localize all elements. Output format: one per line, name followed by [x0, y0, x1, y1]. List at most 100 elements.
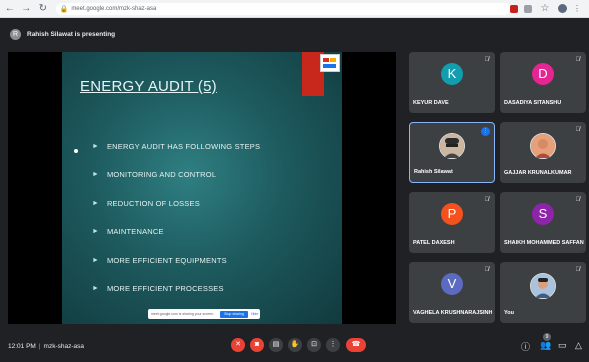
camera-toggle-button[interactable]: ◙ [250, 338, 264, 352]
profile-avatar[interactable] [558, 4, 567, 13]
participant-tile[interactable]: 🎙̸ GAJJAR KRUNALKUMAR [500, 122, 586, 183]
participant-name: SHAIKH MOHAMMED SAFFAN ... [504, 240, 584, 246]
participant-avatar: V [441, 273, 463, 295]
leave-call-button[interactable]: ☎ [346, 338, 366, 352]
bullet-arrow-icon: ► [92, 171, 99, 179]
slide-bullet: ► MORE EFFICIENT EQUIPMENTS [92, 246, 260, 275]
meeting-time: 12:01 PM [8, 343, 36, 350]
star-icon[interactable]: ☆ [538, 2, 552, 16]
browser-toolbar: ← → ↻ 🔒 meet.google.com/mzk-shaz-asa ☆ ⋮ [0, 0, 589, 18]
slide-bullet: ► REDUCTION OF LOSSES [92, 189, 260, 218]
meeting-info: 12:01 PM | mzk-shaz-asa [8, 343, 84, 350]
bullet-text: MORE EFFICIENT EQUIPMENTS [106, 255, 227, 265]
share-banner-text: meet.google.com is sharing your screen. [151, 312, 215, 316]
extension-icon[interactable] [510, 4, 518, 13]
extension-icon[interactable] [524, 4, 532, 13]
person-photo-icon [440, 134, 464, 158]
participant-tile[interactable]: 🎙̸ K KEYUR DAVE [409, 52, 495, 113]
participant-avatar: K [441, 63, 463, 85]
mic-off-icon: 🎙̸ [484, 197, 490, 203]
mic-off-icon: ✕ [235, 341, 241, 348]
bullet-arrow-icon: ► [92, 228, 99, 236]
bullet-text: ENERGY AUDIT HAS FOLLOWING STEPS [106, 141, 261, 151]
bullet-text: MONITORING AND CONTROL [106, 170, 217, 180]
chat-icon: ▭ [558, 340, 567, 350]
mic-off-icon: 🎙̸ [575, 267, 581, 273]
shared-screen: ENERGY AUDIT (5) ► ENERGY AUDIT HAS FOLLO… [8, 52, 396, 324]
captions-icon: ▤ [272, 341, 280, 348]
present-button[interactable]: ⊡ [307, 338, 321, 352]
participant-name: You [504, 310, 514, 316]
participant-photo [439, 133, 465, 159]
person-photo-icon [531, 274, 555, 298]
slide-bullet: ► MAINTENANCE [92, 218, 260, 247]
mic-off-icon: 🎙̸ [484, 267, 490, 273]
mic-off-icon: 🎙̸ [575, 127, 581, 133]
reload-icon[interactable]: ↻ [36, 2, 50, 16]
bullet-arrow-icon: ► [92, 199, 99, 207]
participant-avatar: S [532, 203, 554, 225]
phone-hangup-icon: ☎ [351, 341, 361, 348]
slide-bullet: ► ENERGY AUDIT HAS FOLLOWING STEPS [92, 132, 260, 161]
participant-name: VAGHELA KRUSHNARAJSINH [413, 310, 493, 316]
more-vert-icon: ⋮ [329, 341, 337, 348]
forward-arrow-icon[interactable]: → [20, 2, 34, 16]
speaking-indicator-icon: ⋮ [481, 127, 490, 136]
participant-tile[interactable]: 🎙̸ P PATEL DAXESH [409, 192, 495, 253]
hand-icon: ✋ [290, 341, 300, 348]
url-text: meet.google.com/mzk-shaz-asa [71, 5, 157, 12]
presenting-bar: R Rahish Silawat is presenting [0, 26, 589, 42]
address-bar[interactable]: 🔒 meet.google.com/mzk-shaz-asa [55, 2, 510, 15]
slide-bullets: ► ENERGY AUDIT HAS FOLLOWING STEPS ► MONIT… [92, 132, 260, 303]
bullet-text: REDUCTION OF LOSSES [106, 198, 200, 208]
separator: | [38, 343, 41, 350]
participant-avatar: D [532, 63, 554, 85]
stop-sharing-button[interactable]: Stop sharing [220, 310, 248, 318]
participant-tile[interactable]: 🎙̸ V VAGHELA KRUSHNARAJSINH [409, 262, 495, 323]
raise-hand-button[interactable]: ✋ [288, 338, 302, 352]
camera-off-icon: ◙ [254, 341, 260, 348]
participant-photo [530, 273, 556, 299]
menu-icon[interactable]: ⋮ [573, 4, 581, 13]
mic-toggle-button[interactable]: ✕ [231, 338, 245, 352]
participant-name: GAJJAR KRUNALKUMAR [504, 170, 572, 176]
hide-button[interactable]: Hide [251, 312, 258, 316]
meeting-code: mzk-shaz-asa [43, 343, 84, 350]
activities-button[interactable]: △ [575, 340, 582, 351]
person-photo-icon [531, 134, 555, 158]
bullet-text: MORE EFFICIENT PROCESSES [106, 284, 224, 294]
participant-name: KEYUR DAVE [413, 100, 449, 106]
captions-button[interactable]: ▤ [269, 338, 283, 352]
participant-name: PATEL DAXESH [413, 240, 455, 246]
bullet-text: MAINTENANCE [106, 227, 164, 237]
mic-off-icon: 🎙̸ [575, 197, 581, 203]
chat-button[interactable]: ▭ [558, 340, 567, 351]
participant-tile[interactable]: ⋮ Rahish Silawat [409, 122, 495, 183]
people-button[interactable]: 👥 [540, 340, 551, 351]
bullet-arrow-icon: ► [92, 256, 99, 264]
people-icon: 👥 [540, 340, 552, 350]
activities-icon: △ [575, 340, 582, 350]
meeting-details-button[interactable]: ⓘ [521, 340, 530, 353]
participant-avatar: P [441, 203, 463, 225]
slide-logo [320, 54, 340, 72]
bullet-arrow-icon: ► [92, 142, 99, 150]
bullet-arrow-icon: ► [92, 285, 99, 293]
slide-bullet: ► MONITORING AND CONTROL [92, 161, 260, 190]
presenter-avatar: R [10, 28, 21, 40]
slide-title: ENERGY AUDIT (5) [80, 78, 217, 95]
participant-name: Rahish Silawat [414, 169, 453, 175]
participant-tile[interactable]: 🎙̸ You [500, 262, 586, 323]
participant-tile[interactable]: 🎙̸ S SHAIKH MOHAMMED SAFFAN ... [500, 192, 586, 253]
more-options-button[interactable]: ⋮ [326, 338, 340, 352]
mic-off-icon: 🎙̸ [575, 57, 581, 63]
present-screen-icon: ⊡ [311, 341, 317, 348]
mic-off-icon: 🎙̸ [484, 57, 490, 63]
participant-tile[interactable]: 🎙̸ D DASADIYA SITANSHU [500, 52, 586, 113]
lock-icon: 🔒 [59, 5, 69, 13]
participant-photo [530, 133, 556, 159]
presentation-slide: ENERGY AUDIT (5) ► ENERGY AUDIT HAS FOLLO… [62, 52, 342, 324]
slide-bullet: ► MORE EFFICIENT PROCESSES [92, 275, 260, 304]
screen-share-banner: meet.google.com is sharing your screen. … [148, 309, 260, 319]
back-arrow-icon[interactable]: ← [3, 2, 17, 16]
